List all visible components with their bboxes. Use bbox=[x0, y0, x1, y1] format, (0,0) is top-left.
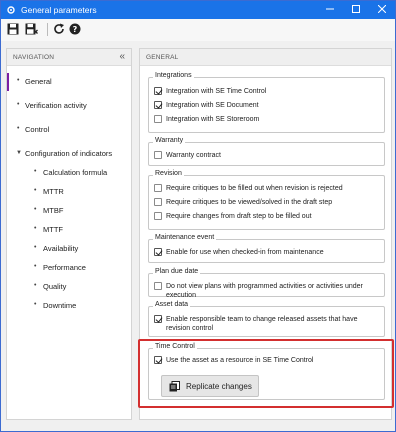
group-legend: Plan due date bbox=[153, 268, 201, 275]
general-title: GENERAL bbox=[146, 54, 179, 61]
close-icon bbox=[377, 4, 387, 15]
minimize-button[interactable] bbox=[317, 1, 343, 19]
navigation-title: NAVIGATION bbox=[13, 54, 55, 61]
checkbox-label: Warranty contract bbox=[166, 152, 221, 159]
nav-subitem-label: Calculation formula bbox=[43, 168, 108, 177]
checkbox-label: Integration with SE Storeroom bbox=[166, 116, 260, 123]
toolbar: ? bbox=[1, 19, 395, 41]
bullet-icon: • bbox=[17, 77, 20, 84]
checkbox-label: Integration with SE Time Control bbox=[166, 88, 267, 95]
group-legend: Warranty bbox=[153, 137, 186, 144]
collapse-panel-icon[interactable]: « bbox=[119, 51, 125, 63]
warranty-group: Warranty Warranty contract bbox=[148, 137, 385, 166]
nav-item-configuration-of-indicators[interactable]: ▼ Configuration of indicators bbox=[7, 145, 131, 163]
title-bar: General parameters bbox=[1, 1, 395, 19]
save-icon[interactable] bbox=[6, 22, 20, 36]
bullet-icon: • bbox=[34, 301, 37, 308]
nav-subitem-label: Quality bbox=[43, 282, 67, 291]
checkbox[interactable] bbox=[154, 115, 162, 123]
maintenance-event-group: Maintenance event Enable for use when ch… bbox=[148, 234, 385, 263]
minimize-icon bbox=[326, 5, 334, 15]
checkbox[interactable] bbox=[154, 248, 162, 256]
nav-subitem-mtbf[interactable]: • MTBF bbox=[7, 202, 131, 220]
nav-item-general[interactable]: • General bbox=[7, 73, 131, 91]
replicate-changes-label: Replicate changes bbox=[186, 382, 252, 391]
nav-item-control[interactable]: • Control bbox=[7, 121, 131, 139]
nav-item-verification-activity[interactable]: • Verification activity bbox=[7, 97, 131, 115]
checkbox[interactable] bbox=[154, 101, 162, 109]
checkbox[interactable] bbox=[154, 212, 162, 220]
checkbox-label: Enable responsible team to change releas… bbox=[166, 316, 358, 332]
bullet-icon: • bbox=[34, 263, 37, 270]
bullet-icon: • bbox=[34, 282, 37, 289]
bullet-icon: • bbox=[34, 225, 37, 232]
close-button[interactable] bbox=[369, 1, 395, 19]
replicate-changes-button[interactable]: Replicate changes bbox=[161, 375, 259, 397]
integrations-group: Integrations Integration with SE Time Co… bbox=[148, 72, 385, 133]
bullet-icon: • bbox=[34, 168, 37, 175]
checkbox[interactable] bbox=[154, 198, 162, 206]
nav-subitem-label: MTBF bbox=[43, 206, 64, 215]
checkbox[interactable] bbox=[154, 282, 162, 290]
nav-subitem-label: MTTR bbox=[43, 187, 64, 196]
nav-item-label: Verification activity bbox=[25, 101, 87, 110]
general-panel: GENERAL Integrations Integration with SE… bbox=[139, 48, 392, 420]
nav-subitem-downtime[interactable]: • Downtime bbox=[7, 297, 131, 315]
toolbar-separator bbox=[47, 23, 48, 36]
nav-item-label: Control bbox=[25, 125, 50, 134]
nav-subitem-label: Performance bbox=[43, 263, 86, 272]
window-title: General parameters bbox=[21, 5, 97, 15]
nav-subitem-quality[interactable]: • Quality bbox=[7, 278, 131, 296]
nav-subitem-label: MTTF bbox=[43, 225, 63, 234]
maximize-icon bbox=[352, 5, 360, 15]
bullet-icon: • bbox=[17, 125, 20, 132]
bullet-icon: • bbox=[17, 101, 20, 108]
gear-icon bbox=[6, 5, 16, 15]
group-legend: Asset data bbox=[153, 301, 191, 308]
navigation-panel: NAVIGATION « • General • Verification ac… bbox=[6, 48, 132, 420]
refresh-icon[interactable] bbox=[52, 22, 66, 36]
checkbox-label: Require critiques to be filled out when … bbox=[166, 185, 343, 192]
plan-due-date-group: Plan due date Do not view plans with pro… bbox=[148, 268, 385, 299]
checkbox-label: Enable for use when checked-in from main… bbox=[166, 249, 324, 256]
checkbox-label: Require critiques to be viewed/solved in… bbox=[166, 199, 333, 206]
nav-subitem-label: Downtime bbox=[43, 301, 77, 310]
checkbox-label: Integration with SE Document bbox=[166, 102, 259, 109]
bullet-icon: • bbox=[34, 187, 37, 194]
checkbox[interactable] bbox=[154, 356, 162, 364]
time-control-group: Time Control Use the asset as a resource… bbox=[148, 343, 385, 400]
bullet-icon: • bbox=[34, 244, 37, 251]
checkbox[interactable] bbox=[154, 315, 162, 323]
group-legend: Maintenance event bbox=[153, 234, 217, 241]
nav-subitem-calculation-formula[interactable]: • Calculation formula bbox=[7, 164, 131, 182]
checkbox[interactable] bbox=[154, 87, 162, 95]
nav-subitem-mttf[interactable]: • MTTF bbox=[7, 221, 131, 239]
asset-data-group: Asset data Enable responsible team to ch… bbox=[148, 301, 385, 337]
nav-subitem-performance[interactable]: • Performance bbox=[7, 259, 131, 277]
checkbox[interactable] bbox=[154, 184, 162, 192]
save-and-close-icon[interactable] bbox=[24, 22, 38, 36]
help-icon[interactable]: ? bbox=[68, 22, 82, 36]
navigation-header: NAVIGATION « bbox=[7, 49, 131, 66]
general-header: GENERAL bbox=[140, 49, 391, 66]
group-legend: Revision bbox=[153, 170, 184, 177]
checkbox-label: Use the asset as a resource in SE Time C… bbox=[166, 357, 314, 364]
group-legend: Time Control bbox=[153, 343, 197, 350]
expand-triangle-icon[interactable]: ▼ bbox=[16, 150, 22, 156]
revision-group: Revision Require critiques to be filled … bbox=[148, 170, 385, 230]
checkbox-label: Do not view plans with programmed activi… bbox=[166, 283, 363, 299]
checkbox-label: Require changes from draft step to be fi… bbox=[166, 213, 312, 220]
nav-subitem-label: Availability bbox=[43, 244, 79, 253]
maximize-button[interactable] bbox=[343, 1, 369, 19]
nav-subitem-mttr[interactable]: • MTTR bbox=[7, 183, 131, 201]
checkbox[interactable] bbox=[154, 151, 162, 159]
bullet-icon: • bbox=[34, 206, 37, 213]
general-parameters-window: General parameters ? NAVIGATION « • Gene… bbox=[0, 0, 396, 432]
group-legend: Integrations bbox=[153, 72, 194, 79]
replicate-icon bbox=[169, 381, 180, 392]
nav-item-label: Configuration of indicators bbox=[25, 149, 113, 158]
nav-subitem-availability[interactable]: • Availability bbox=[7, 240, 131, 258]
svg-text:?: ? bbox=[73, 25, 78, 34]
nav-item-label: General bbox=[25, 77, 52, 86]
